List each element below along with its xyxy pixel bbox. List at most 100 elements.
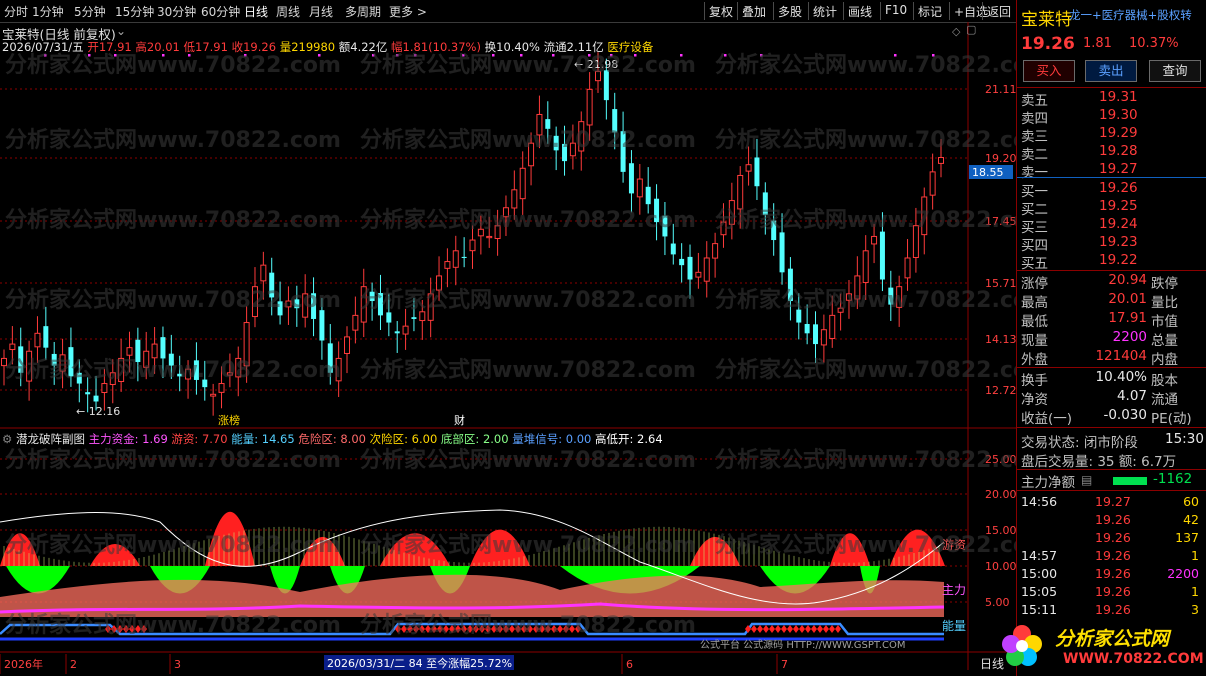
- toolbar-divider: [913, 2, 914, 20]
- toolbar-button[interactable]: 叠加: [742, 3, 766, 20]
- chart-area[interactable]: 21.1119.2017.4515.7114.1312.7218.55 ← 21…: [0, 22, 1016, 676]
- chart-menu-icon[interactable]: ⌄: [116, 24, 126, 38]
- price-tick-label: 21.11: [985, 83, 1016, 96]
- period-tab[interactable]: 周线: [276, 3, 300, 20]
- candle-body: [160, 337, 166, 359]
- stat-value: 4.07: [1116, 388, 1147, 404]
- toolbar-button[interactable]: 统计: [813, 3, 837, 20]
- candle-body: [101, 383, 108, 394]
- info-amplitude: 幅1.81(10.37%): [391, 40, 481, 54]
- watermark: 分析家公式网www.70822.com: [715, 357, 1016, 383]
- candle-body: [820, 329, 827, 346]
- time-tick-label: 2026年: [4, 657, 43, 671]
- bid-price[interactable]: 19.25: [1099, 198, 1138, 214]
- candle-body: [344, 336, 351, 354]
- candle-body: [210, 393, 217, 397]
- candle-body: [9, 343, 16, 351]
- ask-price[interactable]: 19.27: [1099, 161, 1138, 177]
- candle-body: [419, 311, 426, 322]
- indicator-readout: 次险区: 6.00: [365, 432, 438, 446]
- candle-body: [879, 231, 885, 280]
- trade-status: 交易状态: 闭市阶段: [1021, 435, 1138, 451]
- toolbar-button[interactable]: 多股: [778, 3, 802, 20]
- stat-label: 净资: [1021, 392, 1048, 408]
- candle-body: [260, 264, 267, 282]
- watermark: 分析家公式网www.70822.com: [5, 127, 341, 153]
- watermark: 分析家公式网www.70822.com: [715, 287, 1016, 313]
- price-tick-label: 14.13: [985, 333, 1016, 346]
- tick-price: 19.26: [1095, 512, 1131, 527]
- candle-body: [386, 312, 392, 323]
- toolbar-divider: [737, 2, 738, 20]
- stack-signal-mark: [757, 625, 763, 633]
- toolbar-divider: [704, 2, 705, 20]
- trade-button[interactable]: 买入: [1023, 60, 1075, 82]
- stat-label: 内盘: [1151, 352, 1178, 368]
- period-tab[interactable]: 30分钟: [157, 3, 196, 20]
- price-change: 1.81: [1083, 36, 1112, 51]
- candle-body: [469, 239, 476, 252]
- bid-level-label: 买四: [1021, 238, 1048, 254]
- diamond-icon[interactable]: ◇: [952, 25, 960, 38]
- period-tab[interactable]: 5分钟: [74, 3, 106, 20]
- bid-price[interactable]: 19.23: [1099, 234, 1138, 250]
- toolbar-divider: [949, 2, 950, 20]
- tick-price: 19.26: [1095, 530, 1131, 545]
- site-logo: 分析家公式网 WWW.70822.COM: [997, 616, 1206, 674]
- period-tab[interactable]: 日线: [244, 3, 268, 20]
- stat-value: 2200: [1112, 329, 1147, 345]
- sub-tick-label: 10.00: [985, 560, 1016, 573]
- toolbar-button[interactable]: 标记: [918, 3, 942, 20]
- toolbar-button[interactable]: F10: [885, 3, 907, 17]
- candle-body: [151, 343, 158, 359]
- toolbar-button[interactable]: 返回: [987, 3, 1011, 20]
- ask-price[interactable]: 19.29: [1099, 125, 1138, 141]
- stack-signal-mark: [805, 625, 811, 633]
- candle-body: [829, 314, 836, 339]
- stack-signal-mark: [817, 625, 823, 633]
- period-tab[interactable]: 多周期: [345, 3, 381, 20]
- sector-tags[interactable]: 龙一+医疗器械+股权转: [1069, 7, 1205, 23]
- candle-body: [862, 250, 869, 284]
- bid-price[interactable]: 19.26: [1099, 180, 1138, 196]
- period-tab[interactable]: 15分钟: [115, 3, 154, 20]
- ask-price[interactable]: 19.28: [1099, 143, 1138, 159]
- ask-level-label: 卖三: [1021, 129, 1048, 145]
- period-tab[interactable]: 月线: [309, 3, 333, 20]
- stat-value: 20.01: [1108, 291, 1147, 307]
- watermark: 分析家公式网www.70822.com: [360, 447, 696, 473]
- bid-level-label: 买三: [1021, 220, 1048, 236]
- period-tab[interactable]: 1分钟: [32, 3, 64, 20]
- period-tab[interactable]: 分时: [4, 3, 28, 20]
- bid-level-label: 买五: [1021, 256, 1048, 272]
- bid-level-label: 买一: [1021, 184, 1048, 200]
- period-tab[interactable]: 更多 >: [389, 3, 427, 20]
- candle-body: [670, 243, 676, 255]
- stat-value: 10.40%: [1095, 369, 1147, 385]
- menu-icon[interactable]: ▤: [1081, 473, 1092, 487]
- subchart-header: ⚙ 潜龙破阵副图 主力资金: 1.69 游资: 7.70 能量: 14.65 危…: [2, 431, 663, 447]
- time-tick-label: 7: [781, 658, 788, 671]
- toolbar-button[interactable]: 复权: [709, 3, 733, 20]
- ask-price[interactable]: 19.31: [1099, 89, 1138, 105]
- indicator-readout: 危险区: 8.00: [294, 432, 366, 446]
- stat-label: 市值: [1151, 314, 1178, 330]
- bid-price[interactable]: 19.22: [1099, 252, 1138, 268]
- sub-tick-label: 5.00: [985, 596, 1010, 609]
- watermark: 分析家公式网www.70822.com: [715, 447, 1016, 473]
- close-icon[interactable]: ▢: [966, 23, 976, 36]
- ask-price[interactable]: 19.30: [1099, 107, 1138, 123]
- subchart-settings-icon[interactable]: ⚙: [2, 432, 12, 446]
- candle-body: [461, 256, 467, 258]
- info-open: 开17.91: [87, 40, 132, 54]
- toolbar-button[interactable]: 画线: [848, 3, 872, 20]
- period-tab[interactable]: 60分钟: [201, 3, 240, 20]
- candle-body: [695, 271, 702, 278]
- stat-label: 股本: [1151, 373, 1178, 389]
- trade-button[interactable]: 卖出: [1085, 60, 1137, 82]
- time-tick-label: 3: [174, 658, 181, 671]
- candle-body: [444, 261, 451, 269]
- trade-button[interactable]: 查询: [1149, 60, 1201, 82]
- tick-time: 14:56: [1021, 494, 1058, 509]
- bid-price[interactable]: 19.24: [1099, 216, 1138, 232]
